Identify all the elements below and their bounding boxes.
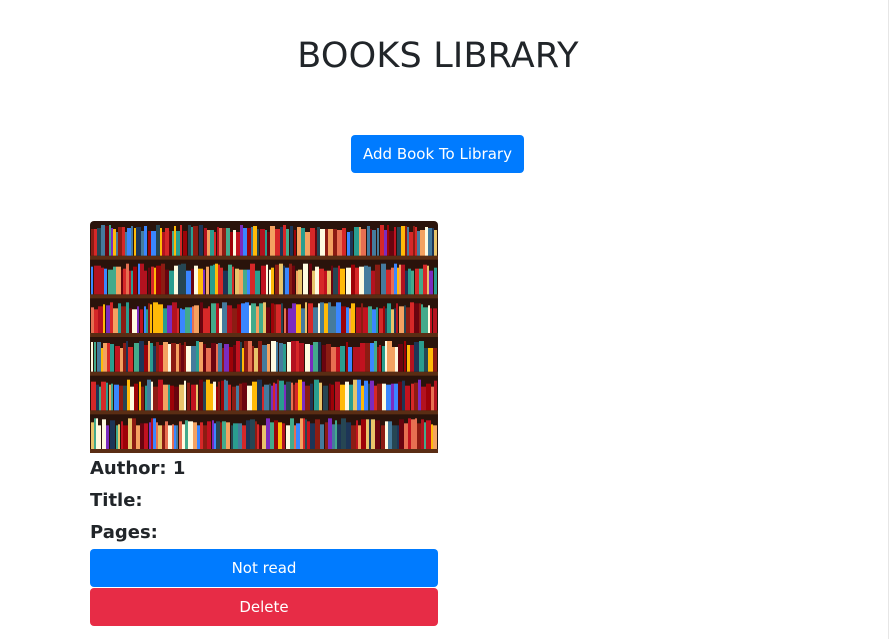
page: BOOKS LIBRARY Add Book To Library Author… [0, 0, 889, 639]
delete-button[interactable]: Delete [90, 588, 438, 626]
add-book-button[interactable]: Add Book To Library [351, 135, 524, 173]
page-title: BOOKS LIBRARY [297, 36, 579, 76]
bookshelf-image [90, 221, 438, 453]
pages-line: Pages: [90, 517, 438, 549]
author-label: Author: [90, 458, 167, 479]
author-value: 1 [172, 458, 186, 479]
book-card: Author: 1 Title: Pages: Not read Delete [90, 221, 438, 626]
title-line: Title: [90, 485, 438, 517]
author-line: Author: 1 [90, 453, 438, 485]
pages-label: Pages: [90, 522, 158, 543]
read-status-button[interactable]: Not read [90, 549, 438, 587]
title-label: Title: [90, 490, 143, 511]
